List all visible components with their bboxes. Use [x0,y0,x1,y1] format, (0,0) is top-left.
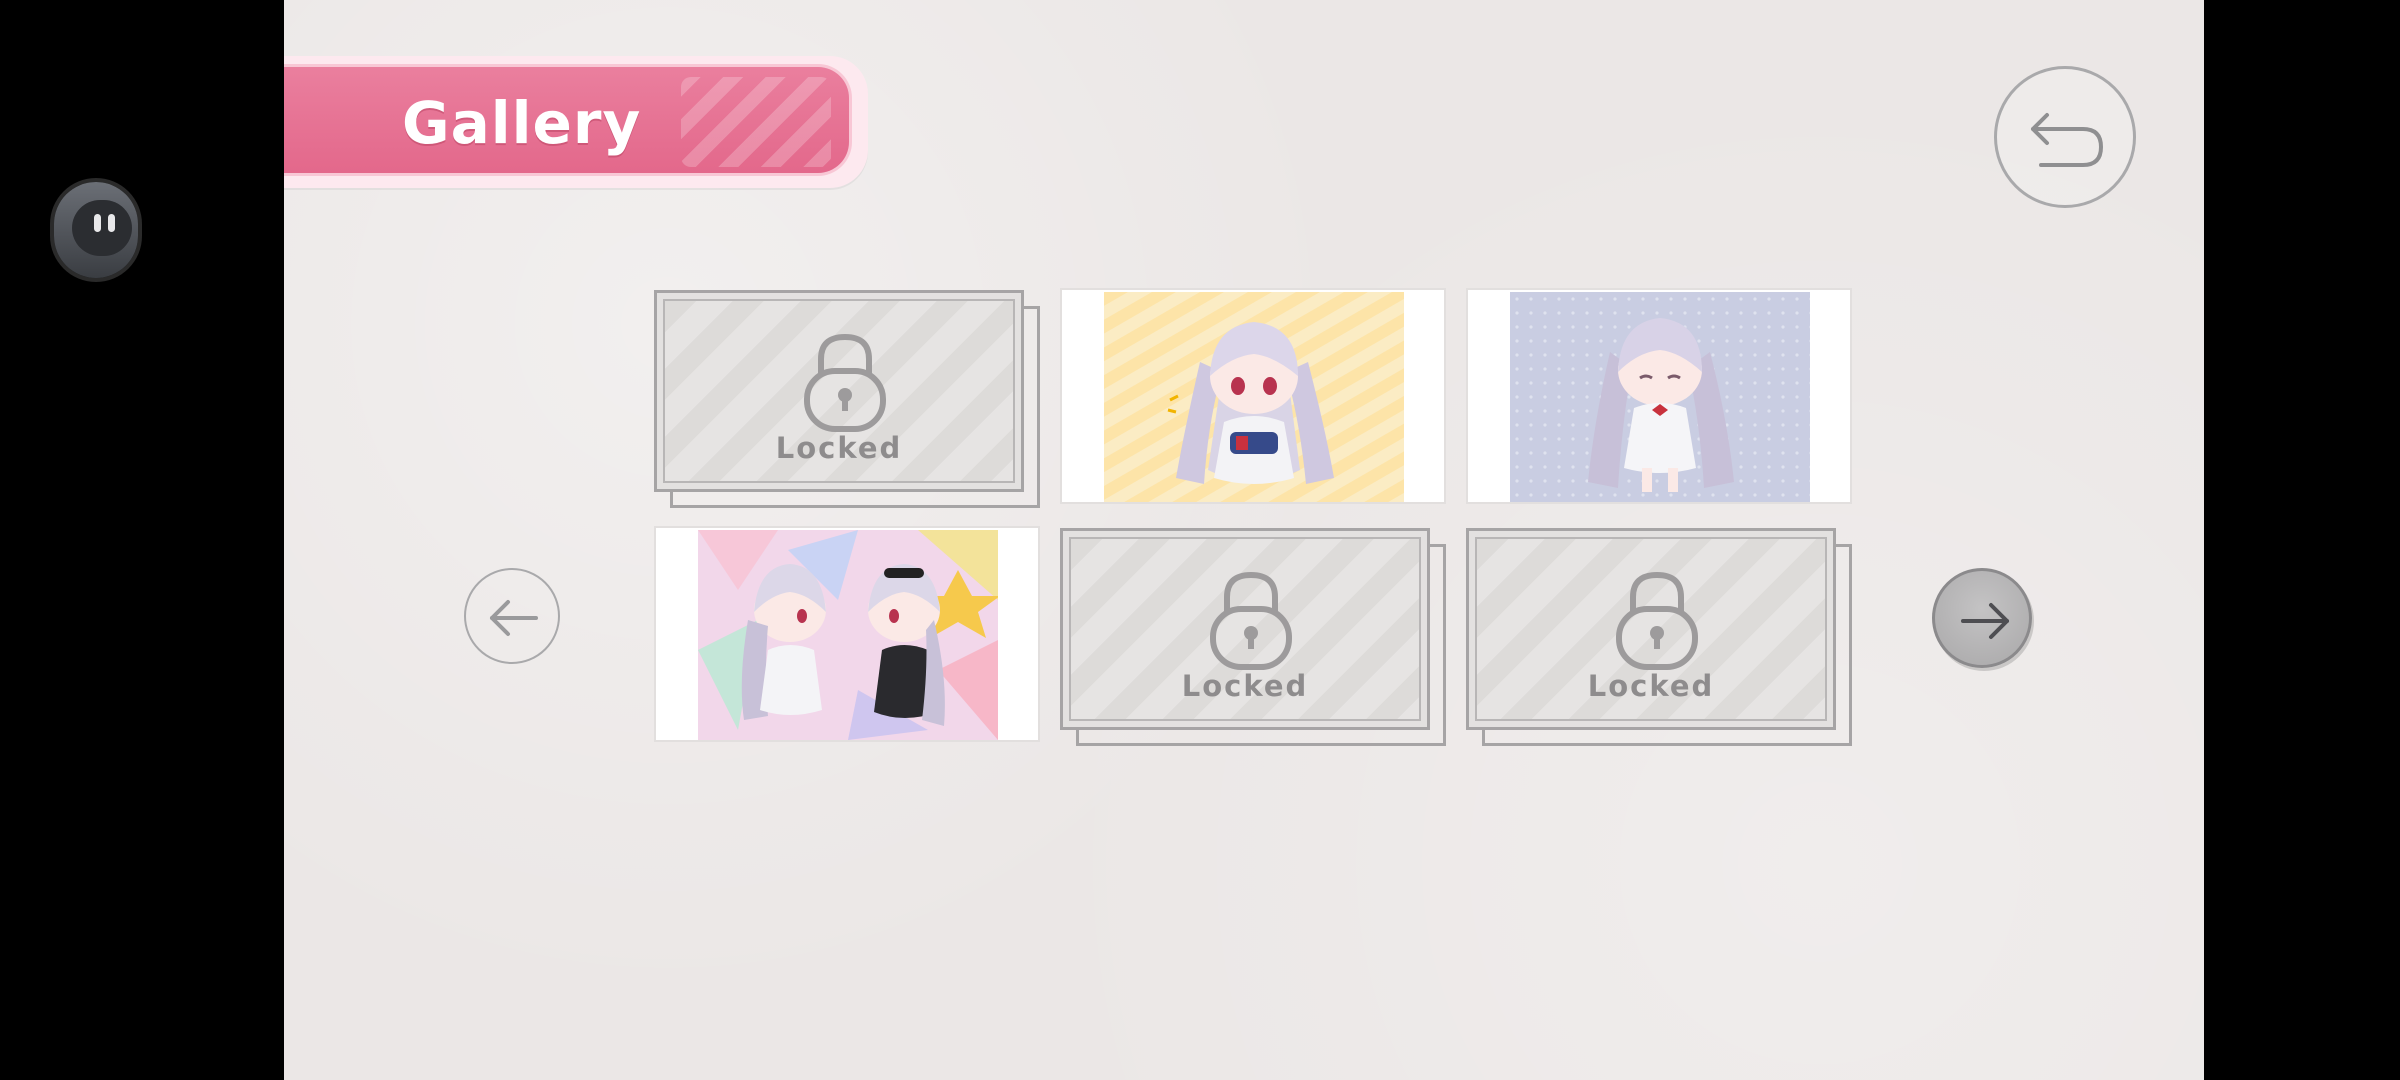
two-chibi-girls-image [698,530,998,740]
next-page-button[interactable] [1932,568,2032,668]
chibi-girl-polka-dot-image [1510,292,1810,502]
undo-arrow-icon [2031,113,2103,167]
gallery-card-locked[interactable]: Locked [1060,528,1446,746]
banner-stripes [681,77,831,167]
lock-icon [804,333,886,432]
arrow-left-icon [490,600,538,636]
arrow-right-icon [1961,603,2009,639]
chibi-girl-game-console-image [1104,292,1404,502]
locked-label: Locked [1587,669,1715,703]
floating-assistant-bubble[interactable] [54,182,138,278]
lock-icon [1616,571,1698,670]
locked-label: Locked [775,431,903,465]
gallery-card-unlocked[interactable] [654,526,1040,744]
assistant-face-icon [72,200,132,256]
lock-icon [1210,571,1292,670]
gallery-card-locked[interactable]: Locked [1466,528,1852,746]
gallery-card-locked[interactable]: Locked [654,290,1040,508]
gallery-card-unlocked[interactable] [1060,288,1446,506]
previous-page-button[interactable] [464,568,560,664]
gallery-card-unlocked[interactable] [1466,288,1852,506]
title-banner: Gallery [284,56,868,188]
locked-label: Locked [1181,669,1309,703]
back-button[interactable] [1994,66,2136,208]
page-title: Gallery [402,89,642,157]
gallery-screen: Gallery Locked Locked Locked [284,0,2204,1080]
